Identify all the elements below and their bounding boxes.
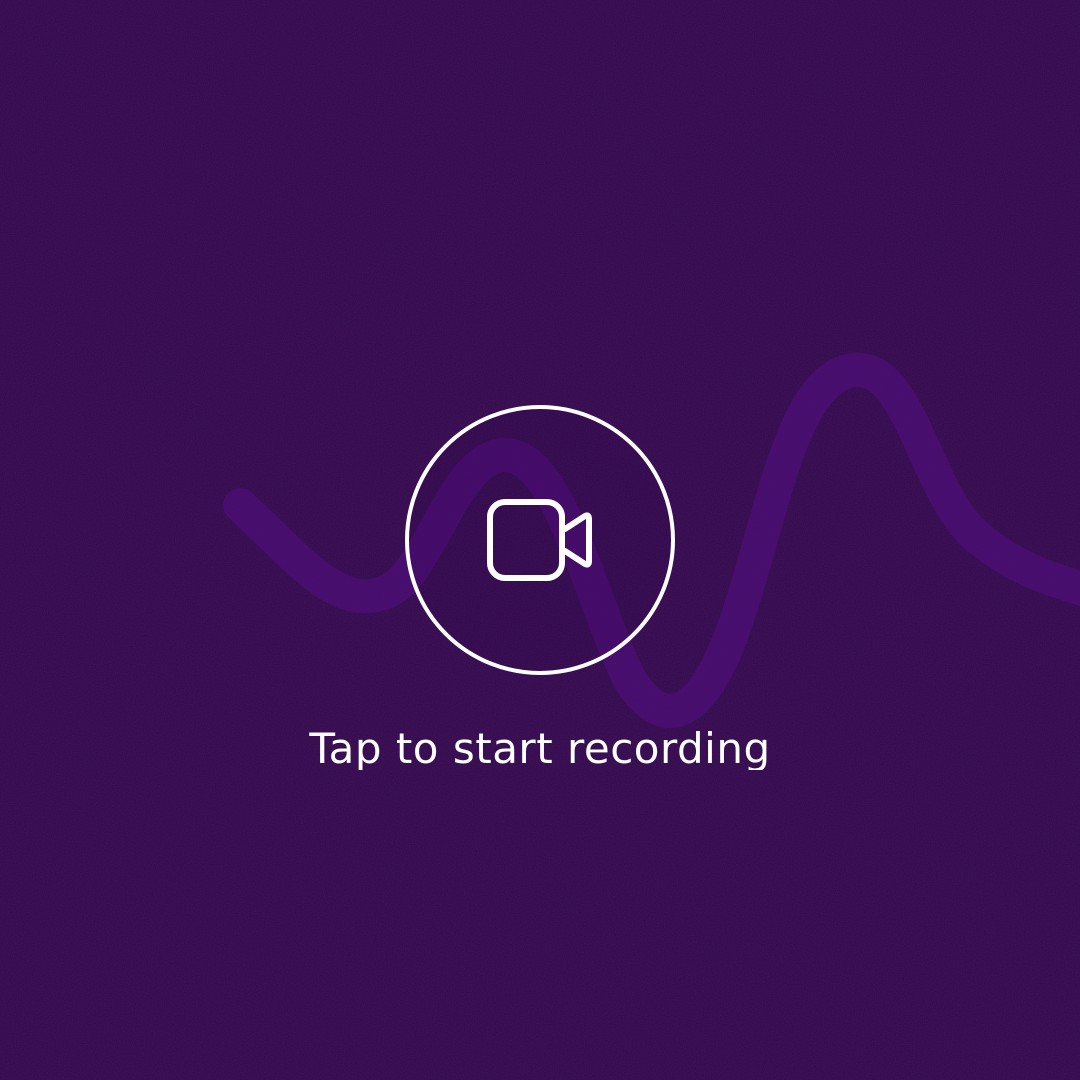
video-camera-icon bbox=[487, 499, 592, 581]
recording-prompt: Tap to start recording bbox=[309, 724, 771, 770]
start-recording-button[interactable] bbox=[405, 405, 675, 675]
recording-screen: Tap to start recording bbox=[0, 0, 1080, 1080]
